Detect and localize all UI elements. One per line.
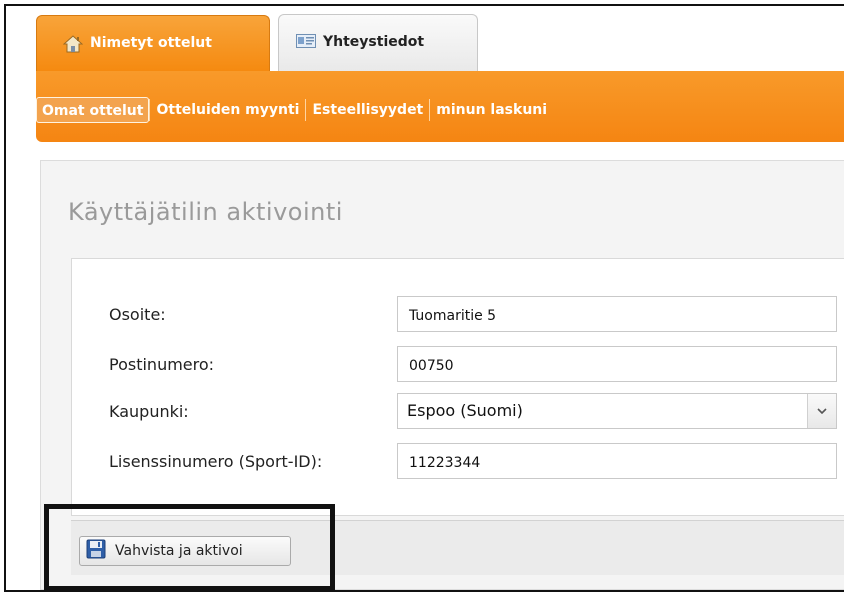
- postcode-label: Postinumero:: [109, 355, 215, 374]
- tab-label: Yhteystiedot: [323, 34, 425, 50]
- subnav-item-omat-ottelut[interactable]: Omat ottelut: [36, 97, 150, 123]
- city-select[interactable]: Espoo (Suomi): [397, 393, 837, 429]
- license-label: Lisenssinumero (Sport-ID):: [109, 452, 323, 471]
- form-row-license: Lisenssinumero (Sport-ID): 11223344: [72, 443, 844, 481]
- form-row-city: Kaupunki: Espoo (Suomi): [72, 393, 844, 431]
- page-title: Käyttäjätilin aktivointi: [68, 198, 343, 226]
- activation-form: Osoite: Tuomaritie 5 Postinumero: 00750 …: [71, 258, 844, 516]
- subnav-bar: Omat ottelut Otteluiden myynti Esteellis…: [36, 71, 844, 142]
- tab-label: Nimetyt ottelut: [90, 35, 212, 51]
- contact-card-icon: [296, 34, 316, 52]
- floppy-disk-icon: [86, 539, 106, 563]
- tab-yhteystiedot[interactable]: Yhteystiedot: [278, 14, 478, 71]
- postcode-input[interactable]: 00750: [397, 346, 837, 382]
- form-row-address: Osoite: Tuomaritie 5: [72, 296, 844, 334]
- city-label: Kaupunki:: [109, 402, 189, 421]
- form-row-postcode: Postinumero: 00750: [72, 346, 844, 384]
- subnav-item-minun-laskuni[interactable]: minun laskuni: [430, 97, 553, 123]
- house-icon: [62, 35, 84, 57]
- form-footer: Vahvista ja aktivoi: [71, 520, 844, 575]
- subnav-item-esteellisyydet[interactable]: Esteellisyydet: [306, 97, 429, 123]
- activation-panel: Käyttäjätilin aktivointi Osoite: Tuomari…: [40, 160, 844, 590]
- city-select-value: Espoo (Suomi): [407, 401, 523, 420]
- button-label: Vahvista ja aktivoi: [115, 543, 243, 559]
- confirm-activate-button[interactable]: Vahvista ja aktivoi: [79, 536, 291, 566]
- chevron-down-icon[interactable]: [807, 394, 836, 428]
- tab-nimetyt-ottelut[interactable]: Nimetyt ottelut: [36, 15, 270, 71]
- subnav-item-otteluiden-myynti[interactable]: Otteluiden myynti: [150, 97, 305, 123]
- address-input[interactable]: Tuomaritie 5: [397, 296, 837, 332]
- license-input[interactable]: 11223344: [397, 443, 837, 479]
- address-label: Osoite:: [109, 305, 166, 324]
